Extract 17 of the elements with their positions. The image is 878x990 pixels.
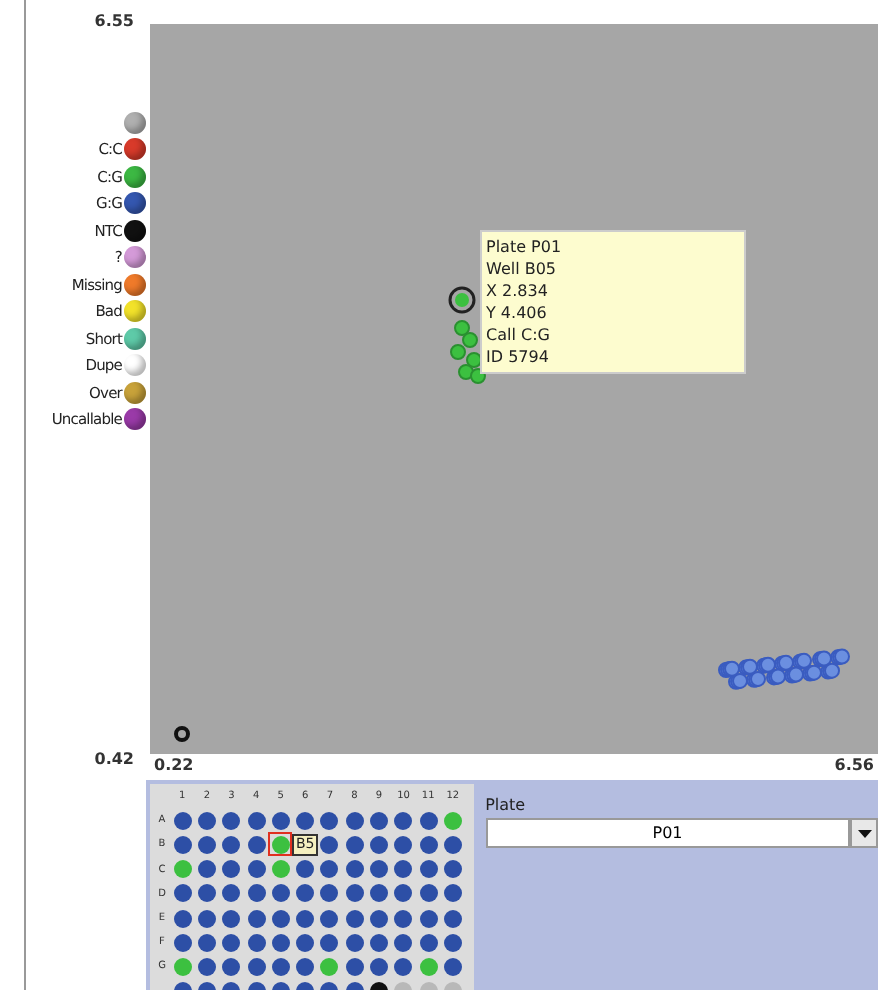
y-axis-max-label: 6.55 [94,12,134,30]
x-axis-max-label: 6.56 [834,756,874,779]
x-axis-min-label: 0.22 [154,756,194,779]
plate-label: Plate [485,796,528,814]
point-cluster [448,286,486,384]
y-axis-min-label: 0.42 [94,750,134,768]
plate-dropdown[interactable]: P01 [485,818,850,848]
tooltip-line: ID 5794 [486,346,551,368]
tooltip-line: Call C:G [486,324,552,346]
dropdown-button[interactable] [850,818,878,848]
data-point [174,726,190,742]
point-cluster [718,648,850,690]
tooltip-line: Y 4.406 [486,302,549,324]
tooltip-line: X 2.834 [486,280,550,302]
tooltip-line: Plate P01 [486,236,564,258]
caret-icon [857,829,871,837]
tooltip-line: Well B05 [486,258,559,280]
